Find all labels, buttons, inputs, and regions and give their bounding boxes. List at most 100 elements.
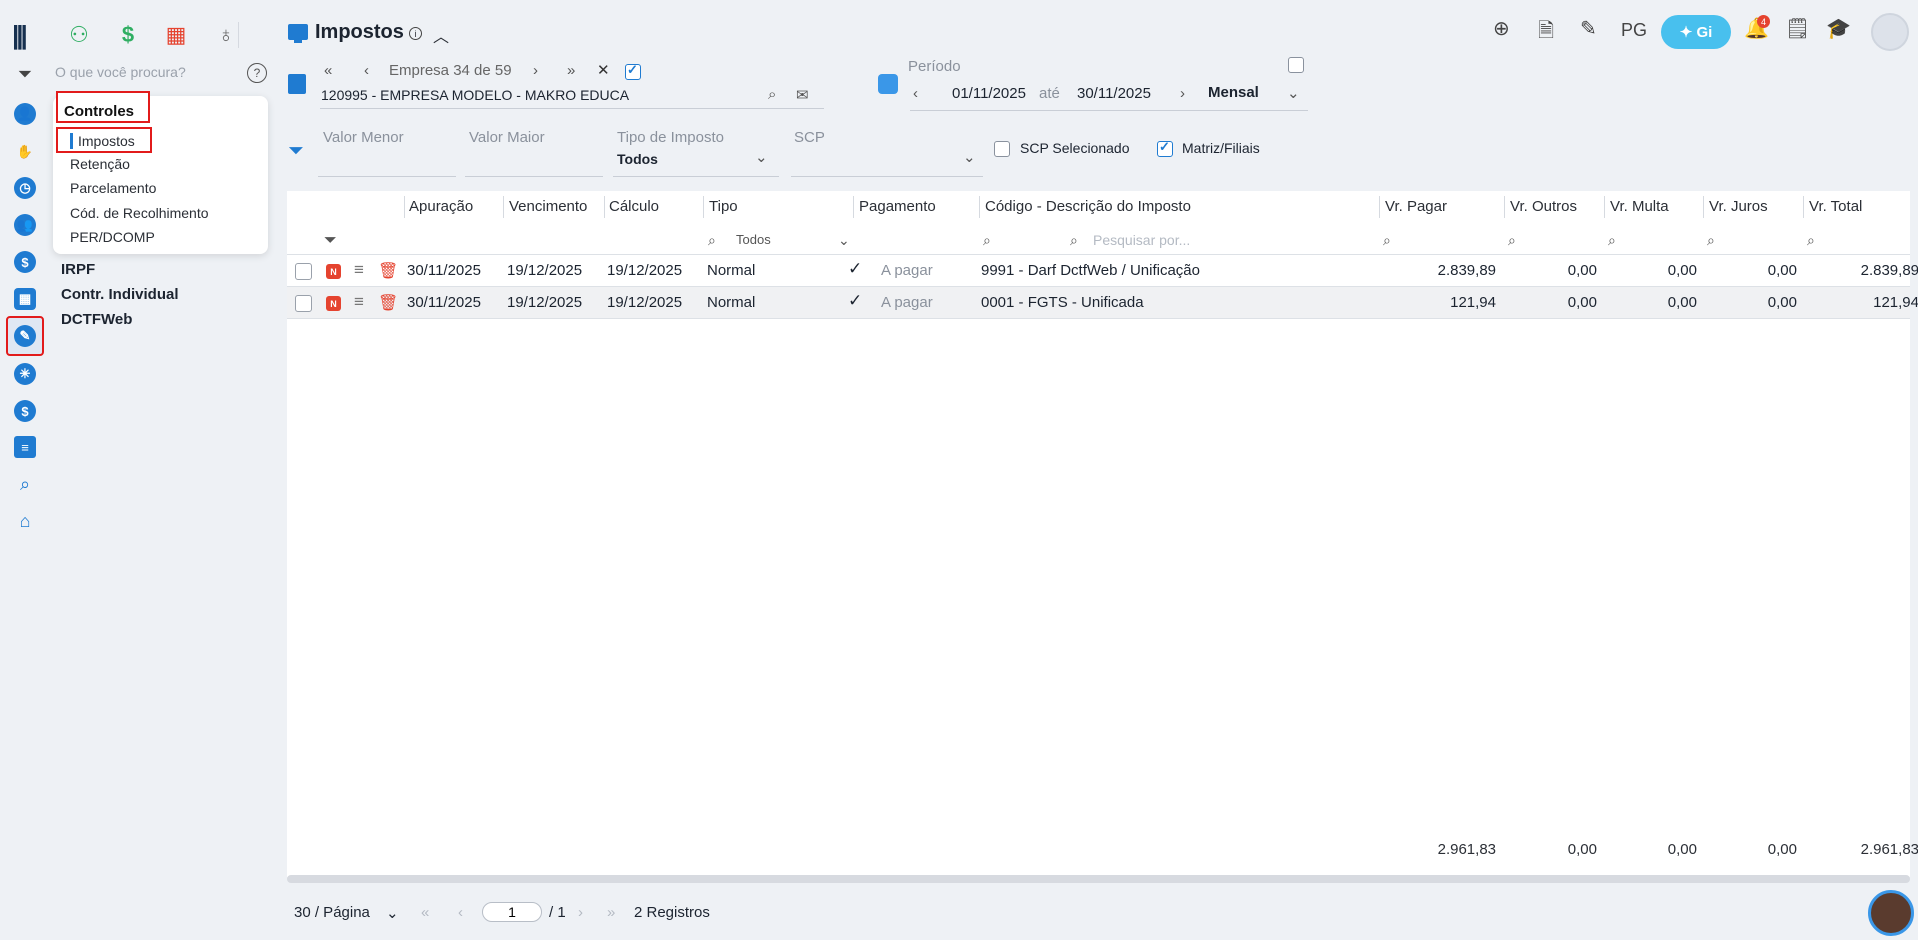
chevron-down-icon[interactable]: ⌄ — [386, 904, 399, 922]
col-vencimento[interactable]: Vencimento — [509, 198, 587, 215]
home-icon[interactable]: ⌂ — [9, 505, 41, 537]
network-icon[interactable]: ✳ — [9, 358, 41, 390]
search-icon[interactable]: ⌕ — [1070, 232, 1078, 249]
col-codigo[interactable]: Código - Descrição do Imposto — [985, 198, 1191, 215]
column-filter-icon[interactable]: ⏷ — [324, 232, 337, 250]
menu-icon[interactable]: ≡ — [354, 292, 364, 312]
menu-group-irpf[interactable]: IRPF — [61, 261, 95, 278]
clock-icon[interactable]: ◷ — [9, 172, 41, 204]
period-start[interactable]: 01/11/2025 — [952, 85, 1026, 102]
last-company-button[interactable]: » — [567, 62, 575, 79]
search-icon[interactable]: ⌕ — [1508, 232, 1516, 249]
search-icon[interactable]: ⌕ — [1807, 232, 1815, 249]
people-icon[interactable]: 👥 — [9, 209, 41, 241]
period-checkbox[interactable] — [1288, 57, 1304, 73]
edit-icon[interactable]: ✎ — [1580, 16, 1597, 41]
grid-icon[interactable]: ▦ — [161, 20, 191, 50]
chevron-down-icon[interactable]: ⌄ — [755, 148, 768, 166]
col-tipo[interactable]: Tipo — [709, 198, 738, 215]
col-vr-total[interactable]: Vr. Total — [1809, 198, 1862, 215]
search-icon[interactable]: ⌕ — [708, 232, 716, 249]
help-icon[interactable]: ? — [247, 63, 267, 83]
valor-maior-field[interactable]: Valor Maior — [469, 129, 545, 146]
menu-item-parcelamento[interactable]: Parcelamento — [70, 180, 156, 196]
table-row[interactable]: N ≡ 🗑 30/11/2025 19/12/2025 19/12/2025 N… — [287, 287, 1918, 319]
graduation-cap-icon[interactable]: 🎓 — [1826, 16, 1851, 41]
horizontal-scrollbar[interactable] — [287, 875, 1910, 883]
client-icon[interactable]: 👤 — [9, 98, 41, 130]
company-search-icon[interactable]: ⌕ — [768, 86, 776, 103]
last-page-button[interactable]: » — [607, 904, 615, 921]
menu-icon[interactable]: ≡ — [354, 260, 364, 280]
chevron-down-icon[interactable]: ⌄ — [838, 232, 850, 249]
col-pagamento[interactable]: Pagamento — [859, 198, 936, 215]
tipo-filter-select[interactable]: Todos — [736, 232, 771, 247]
dollar-icon[interactable]: $ — [113, 20, 143, 50]
trash-icon[interactable]: 🗑 — [378, 261, 398, 281]
menu-group-contr-individual[interactable]: Contr. Individual — [61, 286, 179, 303]
chevron-down-icon[interactable]: ⌄ — [1287, 84, 1300, 102]
filter-icon[interactable]: ⏷ — [288, 140, 304, 163]
row-checkbox[interactable] — [295, 263, 312, 280]
menu-search-input[interactable]: O que você procura? — [55, 64, 186, 80]
tipo-imposto-select[interactable]: Todos — [617, 151, 658, 167]
menu-group-dctfweb[interactable]: DCTFWeb — [61, 311, 132, 328]
menu-section-controles[interactable]: Controles — [56, 91, 150, 123]
col-vr-multa[interactable]: Vr. Multa — [1610, 198, 1669, 215]
col-calculo[interactable]: Cálculo — [609, 198, 659, 215]
scp-selecionado-checkbox[interactable] — [994, 141, 1010, 157]
report-icon[interactable]: 🗒 — [1785, 16, 1810, 41]
clear-company-button[interactable]: ✕ — [597, 61, 610, 79]
col-apuracao[interactable]: Apuração — [409, 198, 473, 215]
company-checkbox[interactable] — [625, 62, 641, 80]
period-end[interactable]: 30/11/2025 — [1077, 85, 1151, 102]
gi-assistant-button[interactable]: ✦ Gi — [1661, 15, 1731, 49]
row-checkbox[interactable] — [295, 295, 312, 312]
calculator-icon[interactable]: ▦ — [9, 283, 41, 315]
page-number-input[interactable] — [482, 902, 542, 922]
tax-controls-icon[interactable]: ✎ — [6, 316, 44, 356]
check-icon[interactable]: ✓ — [848, 291, 862, 311]
mail-icon[interactable]: ✉ — [796, 86, 809, 104]
period-frequency[interactable]: Mensal — [1208, 84, 1259, 101]
add-icon[interactable]: ⊕ — [1493, 16, 1510, 41]
next-period-button[interactable]: › — [1180, 85, 1185, 102]
valor-menor-field[interactable]: Valor Menor — [323, 129, 404, 146]
money-bag-icon[interactable]: ♁ — [211, 20, 241, 50]
info-icon[interactable]: i — [409, 27, 422, 40]
search-icon[interactable]: ⌕ — [1383, 232, 1391, 249]
menu-item-impostos[interactable]: Impostos — [56, 127, 152, 153]
table-row[interactable]: N ≡ 🗑 30/11/2025 19/12/2025 19/12/2025 N… — [287, 255, 1918, 287]
search-icon[interactable]: ⌕ — [983, 232, 991, 249]
first-company-button[interactable]: « — [324, 62, 332, 79]
col-vr-juros[interactable]: Vr. Juros — [1709, 198, 1768, 215]
logo-icon[interactable]: ||| — [12, 20, 28, 51]
assistant-avatar[interactable] — [1868, 890, 1914, 936]
first-page-button[interactable]: « — [421, 904, 429, 921]
menu-item-perdcomp[interactable]: PER/DCOMP — [70, 229, 155, 245]
handshake-icon[interactable]: ✋ — [9, 136, 41, 168]
money-bag-icon[interactable]: $ — [9, 395, 41, 427]
search-icon[interactable]: ⌕ — [1608, 232, 1616, 249]
company-field[interactable]: 120995 - EMPRESA MODELO - MAKRO EDUCA — [321, 87, 629, 103]
prev-company-button[interactable]: ‹ — [364, 62, 369, 79]
people-icon[interactable]: ⚇ — [64, 20, 94, 50]
prev-page-button[interactable]: ‹ — [458, 904, 463, 921]
page-size-select[interactable]: 30 / Página — [294, 904, 370, 921]
codigo-search-input[interactable]: Pesquisar por... — [1093, 232, 1190, 248]
trash-icon[interactable]: 🗑 — [378, 293, 398, 313]
next-page-button[interactable]: › — [578, 904, 583, 921]
col-vr-pagar[interactable]: Vr. Pagar — [1385, 198, 1447, 215]
chevron-up-icon[interactable]: ︿ — [433, 23, 449, 47]
document-icon[interactable]: 🗎 — [1538, 16, 1554, 50]
col-vr-outros[interactable]: Vr. Outros — [1510, 198, 1577, 215]
check-icon[interactable]: ✓ — [848, 259, 862, 279]
matriz-filiais-checkbox[interactable] — [1157, 139, 1173, 157]
menu-item-retencao[interactable]: Retenção — [70, 156, 130, 172]
pg-button[interactable]: PG — [1621, 20, 1647, 41]
menu-item-cod-recolhimento[interactable]: Cód. de Recolhimento — [70, 205, 209, 221]
avatar[interactable] — [1871, 13, 1909, 51]
search-icon[interactable]: ⌕ — [1707, 232, 1715, 249]
dollar-icon[interactable]: $ — [9, 246, 41, 278]
filter-icon[interactable]: ⏷ — [9, 58, 41, 90]
